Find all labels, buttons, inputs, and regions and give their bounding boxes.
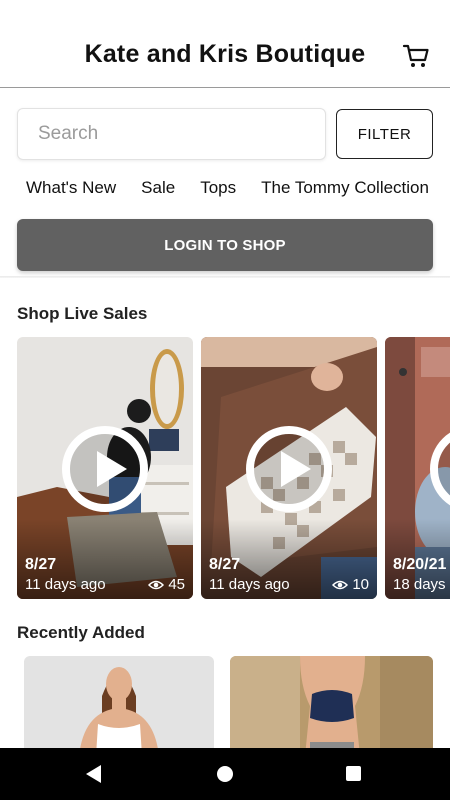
category-tommy-collection[interactable]: The Tommy Collection [261,178,429,198]
live-sales-heading: Shop Live Sales [17,304,148,323]
product-image [24,656,214,751]
play-icon[interactable] [62,426,148,512]
recents-square-icon[interactable] [346,766,361,781]
live-sale-card[interactable]: 8/20/21 18 days ago [385,337,450,599]
back-triangle-icon[interactable] [86,765,101,783]
category-sale[interactable]: Sale [141,178,175,198]
live-sale-date: 8/27 [25,556,57,573]
live-sale-age: 18 days ago [393,576,450,593]
live-sales-carousel[interactable]: 8/27 11 days ago 45 8/27 11 days ago 10 … [17,337,450,599]
view-count: 45 [168,576,185,593]
live-sale-views: 45 [148,576,185,593]
cart-button[interactable] [402,42,430,70]
section-divider [0,276,450,278]
filter-button[interactable]: FILTER [336,109,433,159]
login-to-shop-button[interactable]: LOGIN TO SHOP [17,219,433,271]
recently-added-carousel[interactable] [17,656,450,751]
recently-added-heading: Recently Added [17,623,145,642]
live-sale-views: 10 [332,576,369,593]
live-sale-age: 11 days ago [25,576,106,593]
product-card[interactable] [24,656,214,751]
category-whats-new[interactable]: What's New [26,178,116,198]
product-card[interactable] [230,656,433,751]
home-circle-icon[interactable] [217,766,233,782]
category-nav: What's New Sale Tops The Tommy Collection [26,178,450,200]
live-sale-card[interactable]: 8/27 11 days ago 45 [17,337,193,599]
shopping-cart-icon [402,44,429,67]
category-tops[interactable]: Tops [200,178,236,198]
live-sale-date: 8/20/21 [393,556,447,573]
eye-icon [332,580,349,589]
product-image [230,656,433,751]
store-title: Kate and Kris Boutique [84,40,366,68]
live-sale-card[interactable]: 8/27 11 days ago 10 [201,337,377,599]
eye-icon [148,580,165,589]
system-nav-bar [0,748,450,800]
play-icon[interactable] [246,426,332,512]
view-count: 10 [352,576,369,593]
search-input[interactable] [17,108,326,160]
live-sale-age: 11 days ago [209,576,290,593]
live-sale-date: 8/27 [209,556,241,573]
search-row: FILTER [17,108,433,160]
app-header: Kate and Kris Boutique [0,0,450,88]
